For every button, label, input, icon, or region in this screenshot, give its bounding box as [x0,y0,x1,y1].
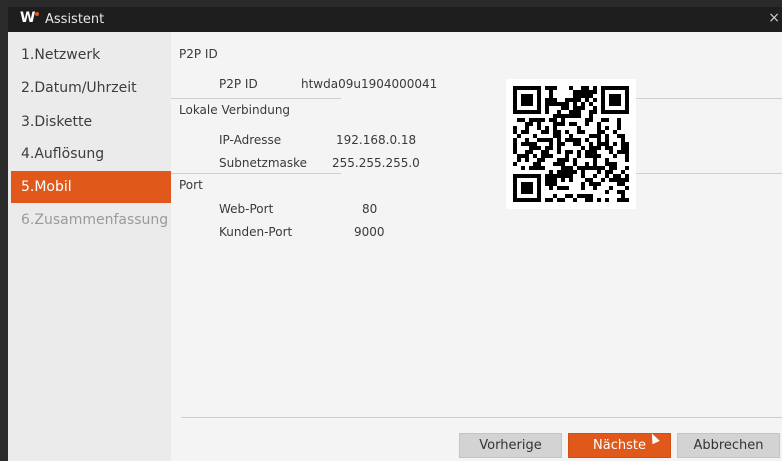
sidebar-item-diskette[interactable]: 3.Diskette [11,106,171,138]
sidebar-item-zusammenfassung: 6.Zusammenfassung [21,212,169,228]
sidebar-item-aufloesung[interactable]: 4.Auflösung [11,138,171,170]
sidebar-item-mobil[interactable]: 5.Mobil [11,171,171,203]
window-title: Assistent [45,12,105,27]
sidebar-item-datum-uhrzeit[interactable]: 2.Datum/Uhrzeit [11,72,171,104]
section-header-p2p: P2P ID [179,47,218,61]
title-bar: W Assistent × [8,7,782,32]
qr-code-image [513,86,629,202]
client-port-value: 9000 [354,225,385,239]
brand-logo-text: W [20,10,35,26]
divider [171,98,341,99]
web-port-label: Web-Port [219,202,274,216]
wizard-window: W Assistent × 1.Netzwerk 2.Datum/Uhrzeit… [8,7,782,461]
subnet-mask-value: 255.255.255.0 [332,156,420,170]
previous-button[interactable]: Vorherige [459,433,562,458]
divider [636,98,782,99]
footer-divider [181,417,782,418]
main-panel: P2P ID P2P ID htwda09u1904000041 Lokale … [171,32,782,461]
wizard-steps-sidebar: 1.Netzwerk 2.Datum/Uhrzeit 3.Diskette 4.… [8,32,172,461]
section-header-port: Port [179,178,203,192]
p2p-id-label: P2P ID [219,77,258,91]
subnet-mask-label: Subnetzmaske [219,156,308,170]
web-port-value: 80 [362,202,378,216]
section-header-local: Lokale Verbindung [179,103,291,117]
brand-logo: W [20,10,40,26]
cancel-button[interactable]: Abbrechen [677,433,780,458]
ip-address-value: 192.168.0.18 [336,133,417,147]
close-icon[interactable]: × [768,10,780,26]
p2p-qr-code [506,79,636,209]
divider [171,173,341,174]
sidebar-item-netzwerk[interactable]: 1.Netzwerk [11,39,171,71]
client-port-label: Kunden-Port [219,225,293,239]
divider [636,173,782,174]
p2p-id-value: htwda09u1904000041 [301,77,438,91]
ip-address-label: IP-Adresse [219,133,282,147]
